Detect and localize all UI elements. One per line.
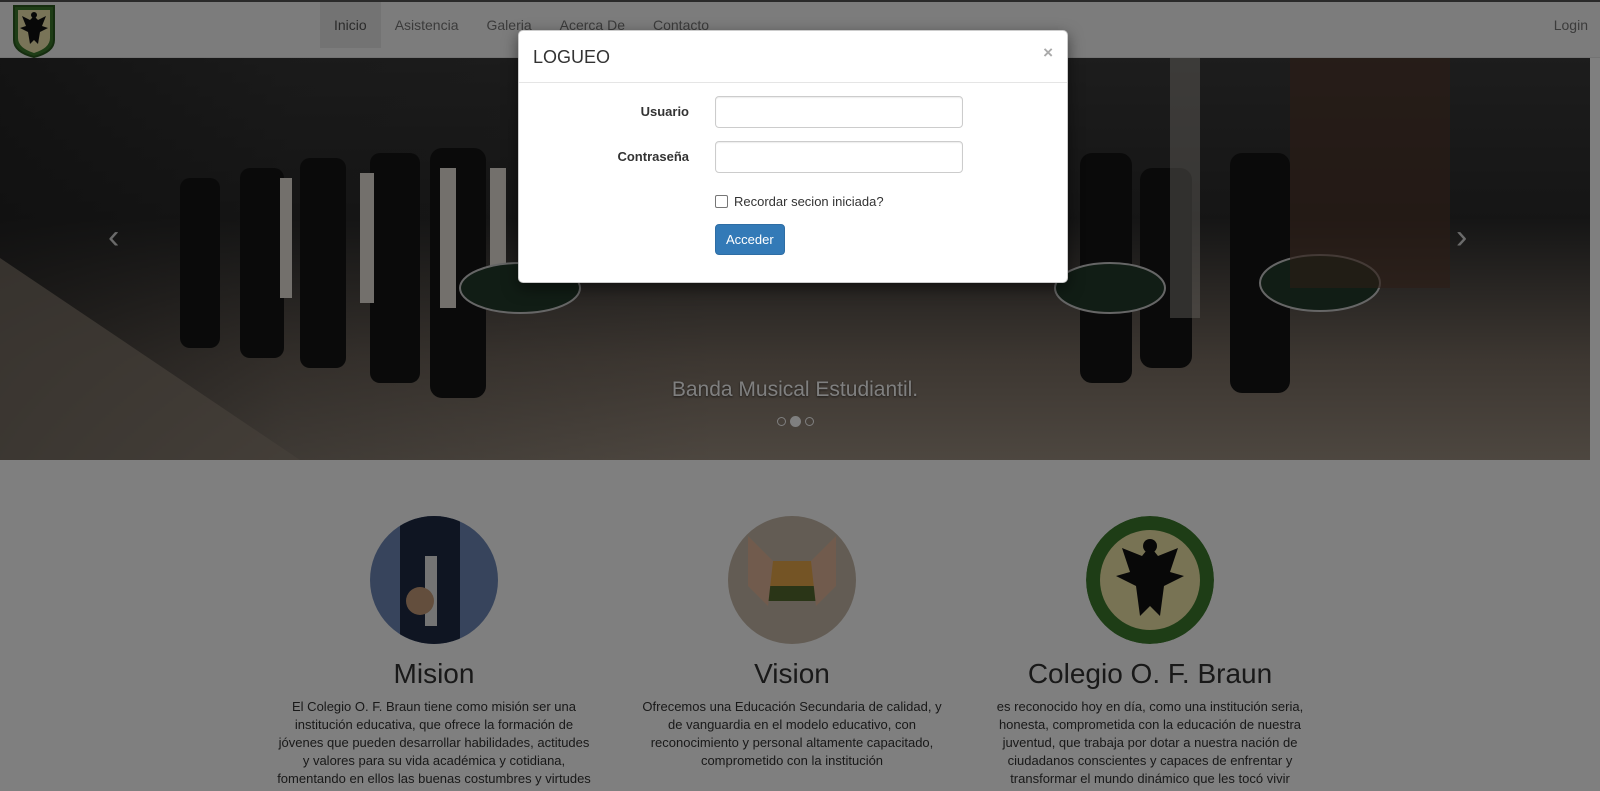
modal-title: LOGUEO [533,47,611,67]
usuario-row: Usuario [519,96,1069,130]
modal-header: LOGUEO × [519,31,1067,83]
password-label: Contraseña [617,149,689,164]
password-input[interactable] [715,141,963,173]
acceder-button[interactable]: Acceder [715,224,785,255]
usuario-input[interactable] [715,96,963,128]
usuario-label: Usuario [640,104,689,119]
login-modal: LOGUEO × Usuario Contraseña Recordar sec… [518,30,1068,283]
remember-checkbox[interactable] [715,195,728,208]
close-icon[interactable]: × [1043,43,1053,63]
remember-row[interactable]: Recordar secion iniciada? [715,194,884,209]
password-row: Contraseña [519,141,1069,175]
remember-label: Recordar secion iniciada? [734,194,884,209]
